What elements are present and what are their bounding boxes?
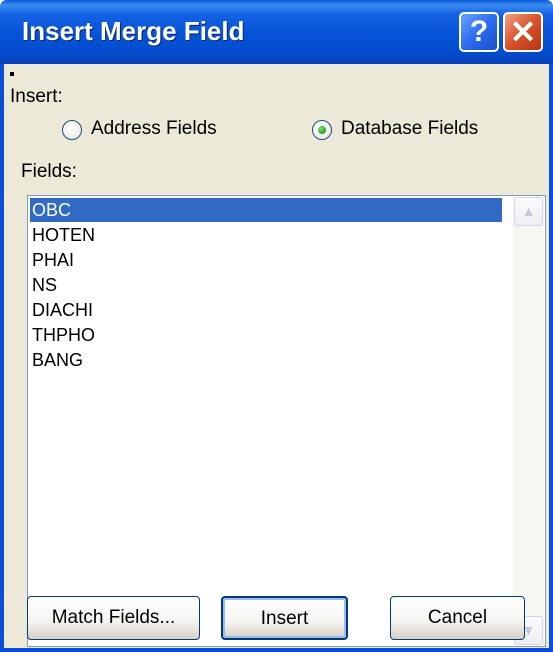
help-icon: ?: [469, 15, 489, 48]
dialog-title: Insert Merge Field: [22, 16, 245, 46]
radio-database-fields-label[interactable]: Database Fields: [341, 118, 478, 140]
radio-database-fields-circle[interactable]: [312, 120, 332, 140]
cancel-button[interactable]: Cancel: [390, 596, 525, 640]
fields-label: Fields:: [21, 161, 77, 182]
radio-selected-dot: [318, 126, 326, 134]
chevron-up-icon: ▲: [521, 203, 536, 219]
list-item[interactable]: BANG: [30, 348, 502, 372]
focus-dot: [10, 72, 14, 76]
close-icon: ✕: [509, 14, 537, 50]
insert-button[interactable]: Insert: [221, 596, 348, 640]
list-item[interactable]: NS: [30, 273, 502, 297]
list-item[interactable]: OBC: [30, 198, 502, 222]
list-item[interactable]: HOTEN: [30, 223, 502, 247]
match-fields-button[interactable]: Match Fields...: [27, 596, 200, 640]
dialog-client-area: Insert: Address Fields Database Fields F…: [4, 64, 549, 648]
help-button[interactable]: ?: [459, 12, 499, 52]
list-item[interactable]: PHAI: [30, 248, 502, 272]
scroll-up-button[interactable]: ▲: [514, 197, 543, 226]
insert-label: Insert:: [10, 86, 63, 107]
title-bar[interactable]: Insert Merge Field ? ✕: [0, 0, 553, 64]
radio-address-fields-label[interactable]: Address Fields: [91, 118, 217, 140]
list-item[interactable]: DIACHI: [30, 298, 502, 322]
vertical-scrollbar[interactable]: ▲ ▼: [513, 197, 544, 645]
list-item[interactable]: THPHO: [30, 323, 502, 347]
close-button[interactable]: ✕: [503, 12, 543, 52]
radio-address-fields-circle[interactable]: [62, 120, 82, 140]
dialog-window: Insert Merge Field ? ✕ Insert: Address F…: [0, 0, 553, 652]
fields-listbox[interactable]: OBC HOTEN PHAI NS DIACHI THPHO BANG ▲ ▼: [27, 195, 546, 647]
